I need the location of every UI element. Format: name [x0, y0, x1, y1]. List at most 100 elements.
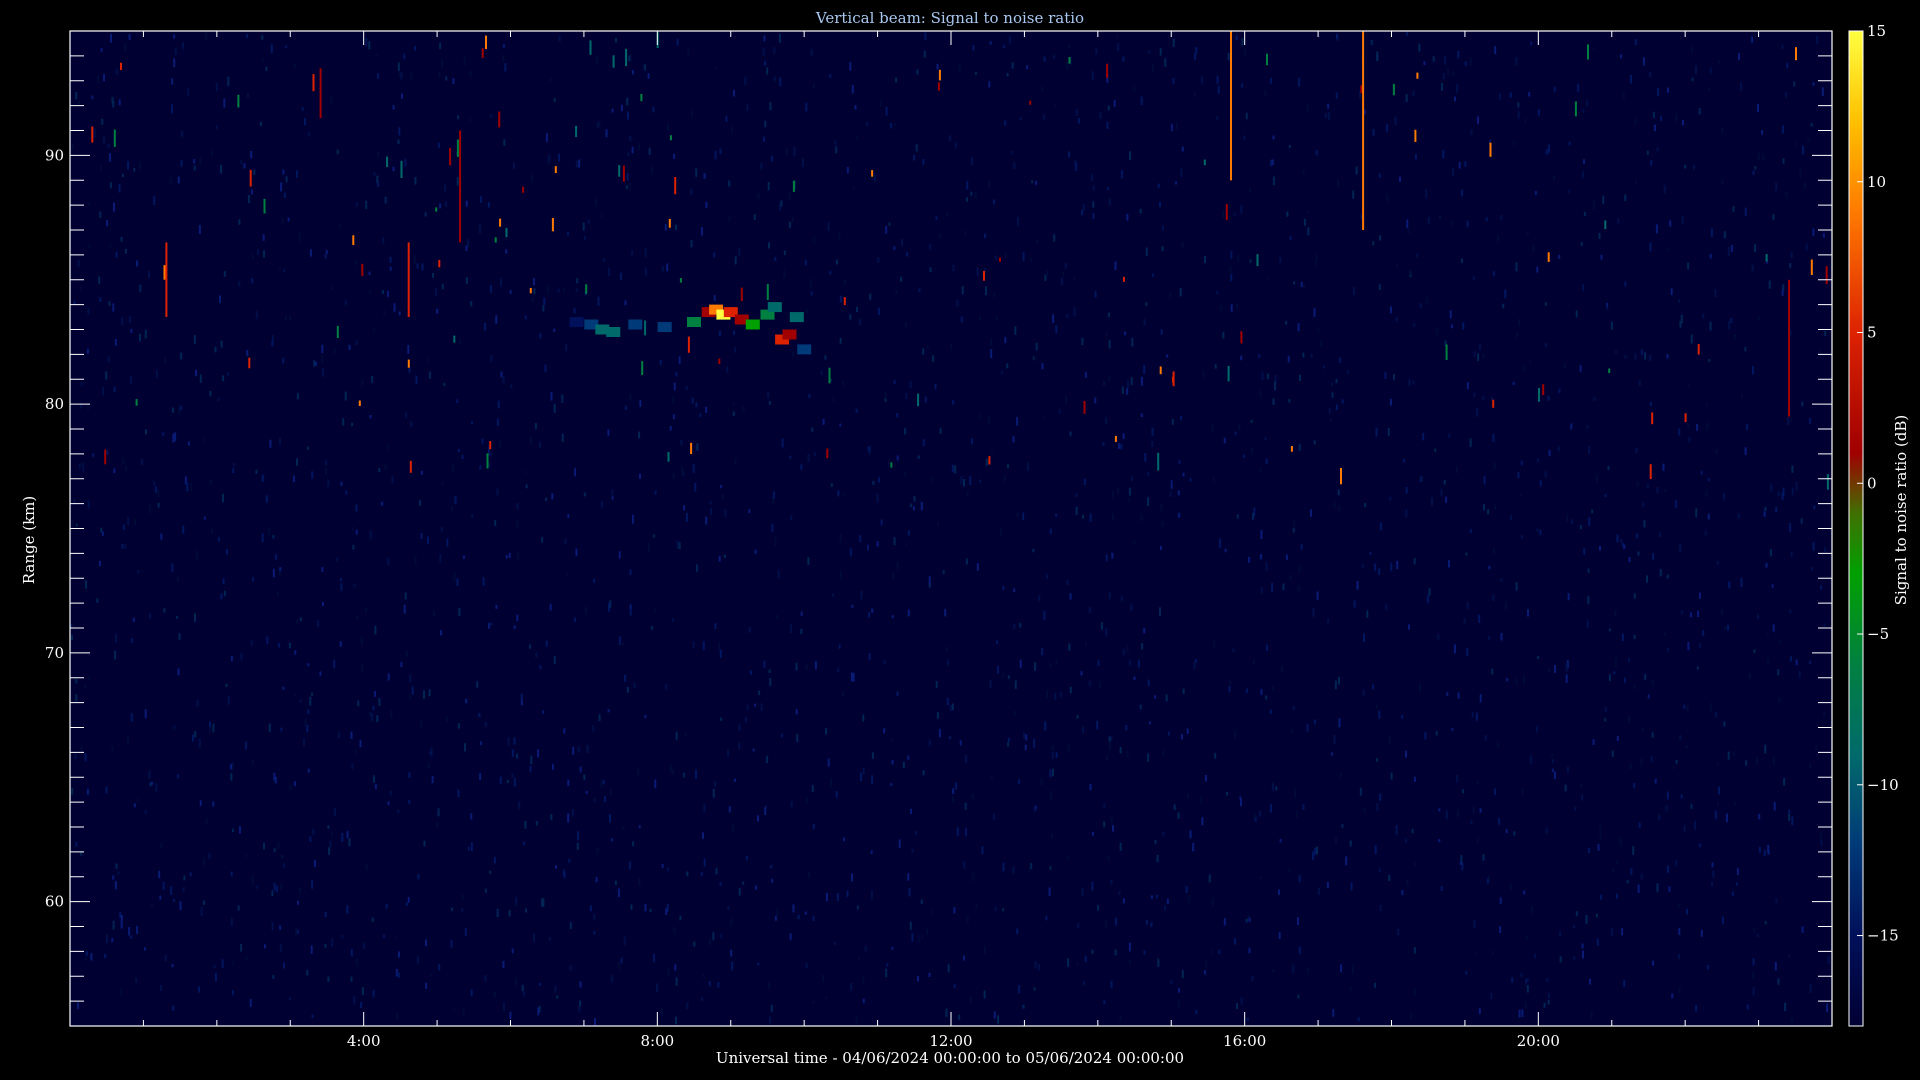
noise-cell [548, 937, 551, 941]
noise-cell [1525, 979, 1528, 984]
noise-cell [407, 345, 410, 354]
noise-cell [1178, 988, 1180, 993]
noise-cell [1062, 271, 1065, 277]
noise-cell [539, 665, 542, 670]
noise-cell [351, 763, 354, 770]
noise-cell [93, 128, 96, 138]
noise-cell [994, 906, 997, 911]
noise-cell [327, 479, 330, 487]
vertical-streak [459, 130, 462, 243]
noise-cell [479, 741, 482, 746]
noise-cell [675, 731, 678, 740]
noise-cell [106, 450, 109, 455]
noise-cell [1482, 854, 1485, 861]
noise-cell [78, 463, 81, 469]
noise-cell [1007, 737, 1010, 742]
noise-cell [1118, 891, 1121, 895]
noise-cell [1461, 189, 1463, 197]
noise-cell [361, 379, 364, 387]
noise-cell [952, 400, 955, 405]
noise-cell [757, 195, 760, 199]
noise-cell [638, 431, 641, 439]
noise-cell [252, 577, 255, 582]
noise-cell [936, 711, 939, 719]
noise-cell [182, 887, 185, 893]
noise-cell [620, 957, 623, 964]
colorbar-tick-label: 0 [1867, 474, 1877, 492]
noise-cell [1452, 71, 1455, 76]
noise-cell [846, 167, 849, 174]
noise-spark [938, 69, 941, 81]
noise-cell [1328, 407, 1331, 414]
noise-cell [911, 933, 914, 942]
noise-cell [1813, 505, 1816, 510]
noise-cell [251, 278, 254, 284]
noise-cell [800, 628, 803, 635]
noise-cell [1409, 269, 1412, 275]
noise-cell [246, 34, 249, 39]
noise-cell [1582, 950, 1584, 959]
noise-cell [1035, 180, 1037, 185]
noise-cell [1544, 470, 1547, 478]
noise-spark [529, 288, 532, 294]
noise-cell [1659, 569, 1662, 577]
noise-cell [1270, 803, 1272, 813]
noise-cell [1599, 894, 1602, 900]
noise-cell [130, 328, 133, 333]
noise-cell [1598, 232, 1601, 239]
noise-cell [1478, 614, 1481, 623]
noise-cell [505, 249, 508, 254]
noise-cell [1103, 821, 1106, 828]
noise-cell [738, 742, 741, 750]
noise-cell [103, 136, 105, 144]
noise-cell [1771, 584, 1774, 588]
noise-cell [524, 470, 527, 474]
noise-cell [1567, 593, 1570, 601]
noise-cell [945, 1008, 948, 1017]
noise-cell [824, 355, 827, 360]
noise-cell [427, 356, 430, 363]
noise-cell [1177, 812, 1180, 819]
noise-cell [1406, 879, 1409, 886]
noise-cell [714, 781, 717, 787]
noise-cell [1790, 656, 1792, 662]
noise-cell [453, 572, 456, 582]
noise-cell [1172, 77, 1175, 84]
noise-cell [600, 213, 603, 219]
noise-cell [1145, 247, 1148, 256]
noise-cell [1108, 312, 1110, 318]
noise-cell [1227, 52, 1230, 61]
noise-cell [1006, 363, 1009, 369]
noise-cell [1408, 624, 1410, 630]
noise-cell [1270, 159, 1272, 167]
noise-cell [1331, 392, 1334, 398]
noise-cell [1651, 679, 1654, 686]
noise-cell [955, 782, 958, 790]
noise-cell [1120, 170, 1123, 179]
noise-cell [598, 714, 601, 722]
noise-cell [1260, 688, 1263, 695]
noise-cell [780, 200, 783, 207]
noise-cell [170, 886, 173, 895]
noise-cell [1112, 513, 1114, 521]
noise-cell [1757, 316, 1760, 321]
noise-cell [1248, 187, 1251, 193]
noise-cell [356, 958, 359, 967]
noise-cell [1527, 978, 1530, 981]
noise-cell [718, 555, 721, 562]
noise-cell [1282, 583, 1285, 591]
noise-cell [1108, 736, 1111, 742]
noise-cell [1272, 398, 1275, 405]
noise-cell [1599, 831, 1602, 840]
noise-cell [245, 854, 248, 858]
noise-cell [1201, 76, 1204, 85]
noise-cell [930, 909, 933, 914]
noise-cell [1111, 490, 1114, 499]
noise-cell [856, 306, 858, 312]
noise-cell [1248, 947, 1251, 954]
noise-cell [1509, 515, 1512, 520]
noise-cell [1766, 632, 1769, 636]
noise-cell [900, 276, 903, 282]
noise-cell [1744, 207, 1747, 217]
noise-cell [1121, 386, 1124, 394]
